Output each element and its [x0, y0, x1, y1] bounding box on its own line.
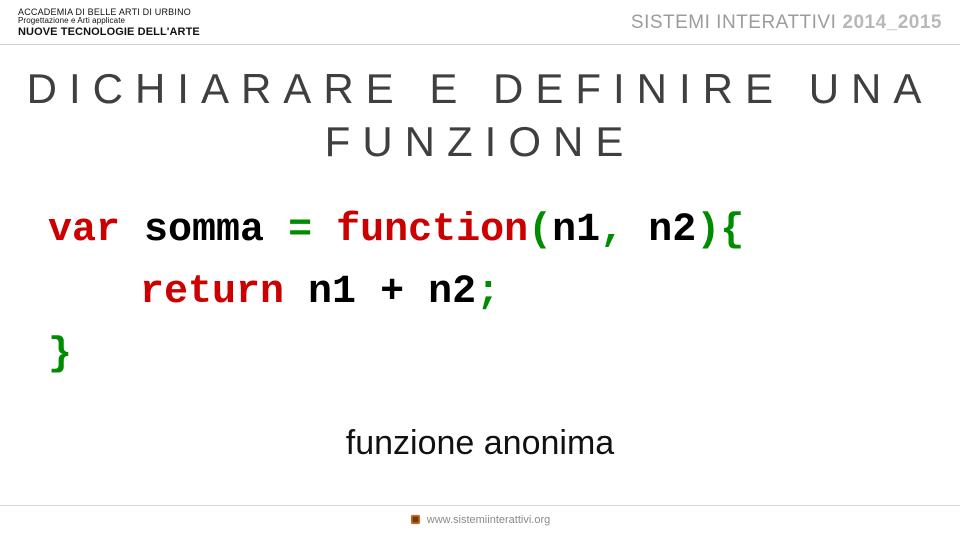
param-n1: n1 — [552, 208, 600, 253]
caption: funzione anonima — [0, 424, 960, 463]
identifier-somma: somma — [144, 208, 264, 253]
semicolon: ; — [476, 270, 500, 315]
code-line-3: } — [48, 324, 960, 386]
identifier-n1: n1 — [308, 270, 356, 315]
slide-footer: www.sistemiinterattivi.org — [0, 505, 960, 530]
identifier-n2: n2 — [428, 270, 476, 315]
keyword-return: return — [140, 270, 284, 315]
slide-header: ACCADEMIA DI BELLE ARTI DI URBINO Proget… — [0, 0, 960, 45]
keyword-var: var — [48, 208, 120, 253]
institution-line3: NUOVE TECNOLOGIE DELL'ARTE — [18, 27, 200, 39]
footer-logo-icon — [410, 514, 421, 525]
course-title: SISTEMI INTERATTIVI — [631, 12, 837, 34]
paren-close: ) — [696, 208, 720, 253]
paren-open: ( — [528, 208, 552, 253]
operator-equals: = — [288, 208, 312, 253]
code-line-1: var somma = function(n1, n2){ — [48, 200, 960, 262]
footer-url: www.sistemiinterattivi.org — [427, 514, 550, 526]
slide-title: DICHIARARE E DEFINIRE UNA FUNZIONE — [0, 63, 960, 168]
header-left: ACCADEMIA DI BELLE ARTI DI URBINO Proget… — [18, 8, 200, 38]
institution-line2: Progettazione e Arti applicate — [18, 17, 200, 25]
code-line-2: return n1 + n2; — [48, 262, 960, 324]
comma: , — [600, 208, 624, 253]
param-n2: n2 — [648, 208, 696, 253]
brace-open: { — [720, 208, 744, 253]
keyword-function: function — [336, 208, 528, 253]
operator-plus: + — [380, 270, 404, 315]
brace-close: } — [48, 332, 72, 377]
code-block: var somma = function(n1, n2){ return n1 … — [48, 200, 960, 386]
header-right: SISTEMI INTERATTIVI 2014_2015 — [631, 8, 942, 34]
course-year: 2014_2015 — [842, 12, 942, 34]
